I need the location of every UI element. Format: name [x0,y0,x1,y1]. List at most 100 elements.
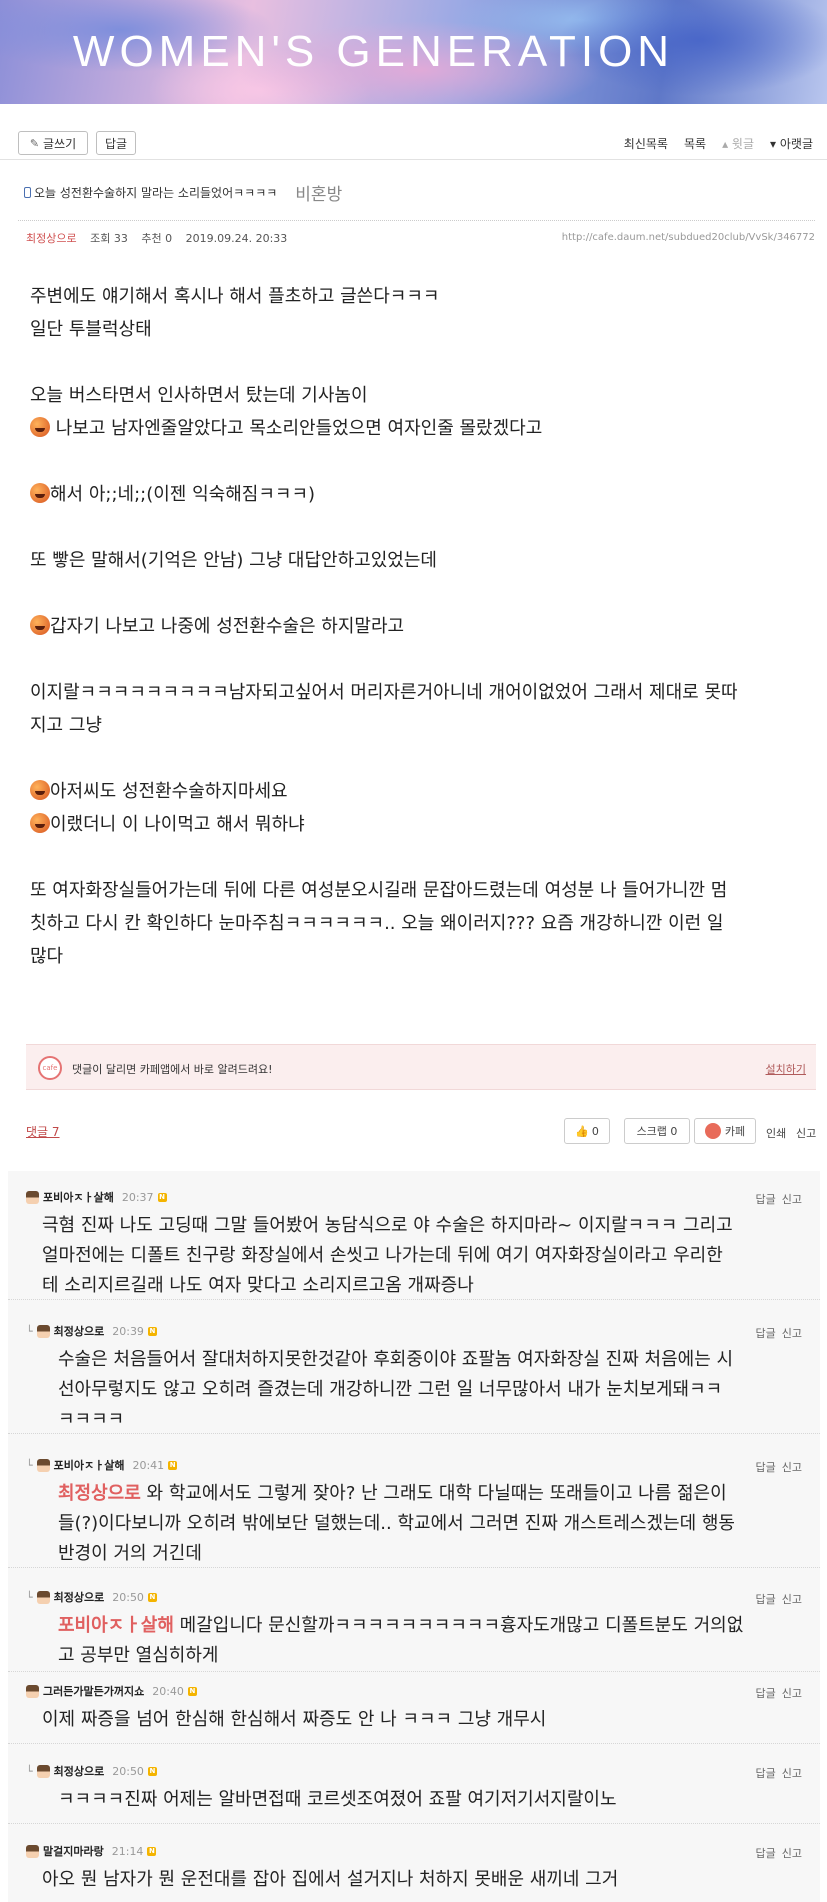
write-button[interactable]: ✎ 글쓰기 [18,131,88,155]
reply-arrow-icon: └ [26,1458,33,1472]
post-nav: 최신목록 목록 ▴ 윗글 ▾ 아랫글 [624,135,813,152]
comment-report-link[interactable]: 신고 [782,1591,802,1607]
comment-author[interactable]: 최정상으로 [54,1589,105,1605]
comment-time: 20:40 [152,1684,184,1698]
list-link[interactable]: 목록 [684,135,706,152]
content-line: 아저씨도 성전환수술하지마세요 [30,775,800,808]
comment-divider [8,1433,820,1434]
angry-face-icon [30,483,50,503]
comment-report-link[interactable]: 신고 [782,1685,802,1701]
comment-time: 20:39 [112,1324,144,1338]
angry-face-icon [30,780,50,800]
new-badge-icon: N [147,1592,157,1602]
post-content: 주변에도 얘기해서 혹시나 해서 플초하고 글쓴다ㅋㅋㅋ 일단 투블럭상태 오늘… [30,280,800,973]
comment-report-link[interactable]: 신고 [782,1765,802,1781]
comment-body: ㅋㅋㅋㅋ진짜 어제는 알바면접때 코르셋조여졌어 죠팔 여기저기서지랄이노 [58,1789,617,1810]
up-arrow-icon: ▴ [722,137,729,151]
like-button[interactable]: 👍 0 [564,1118,610,1144]
content-line: 해서 아;;네;;(이젠 익숙해짐ㅋㅋㅋ) [30,478,800,511]
post-meta: 최정상으로 조회 33 추천 0 2019.09.24. 20:33 http:… [26,230,815,246]
post-title-row: 오늘 성전환수술하지 말라는 소리들었어ㅋㅋㅋㅋ 비혼방 [24,180,342,205]
comment-bar: 댓글 7 👍 0 스크랩 0 카페 인쇄 신고 [0,1115,827,1151]
new-badge-icon: N [147,1766,157,1776]
comment-reply-link[interactable]: 답글 [756,1191,776,1207]
content-line: 나보고 남자엔줄알았다고 목소리안들었으면 여자인줄 몰랐겠다고 [30,412,800,445]
comment-reply-link[interactable]: 답글 [756,1591,776,1607]
content-line: 많다 [30,946,64,967]
comment-reply-link[interactable]: 답글 [756,1685,776,1701]
content-line: 칫하고 다시 칸 확인하다 눈마주침ㅋㅋㅋㅋㅋㅋ.. 오늘 왜이러지??? 요즘… [30,913,724,934]
notice-text: 댓글이 달리면 카페앱에서 바로 알려드려요! [72,1063,273,1076]
share-cafe-button[interactable]: 카페 [694,1118,756,1144]
post-url[interactable]: http://cafe.daum.net/subdued20club/VvSk/… [562,232,815,243]
content-line: 또 여자화장실들어가는데 뒤에 다른 여성분오시길래 문잡아드렸는데 여성분 나… [30,880,728,901]
new-badge-icon: N [157,1192,167,1202]
comment-author[interactable]: 말걸지마라랑 [43,1843,104,1859]
content-line: 오늘 버스타면서 인사하면서 탔는데 기사놈이 [30,385,368,406]
reply-arrow-icon: └ [26,1324,33,1338]
latest-list-link[interactable]: 최신목록 [624,135,668,152]
content-line: 지고 그냥 [30,715,102,736]
comment-body: 포비아ㅈㅏ살해 메갈입니다 문신할까ㅋㅋㅋㅋㅋㅋㅋㅋㅋㅋ흉자도개많고 디폴트분도… [58,1615,744,1666]
install-link[interactable]: 설치하기 [766,1061,806,1077]
comment-body: 수술은 처음들어서 잘대처하지못한것같아 후회중이야 죠팔놈 여자화장실 진짜 … [58,1349,734,1430]
avatar [26,1684,39,1698]
comment-body: 극혐 진짜 나도 고딩때 그말 들어봤어 농담식으로 야 수술은 하지마라~ 이… [42,1215,733,1296]
comment-author[interactable]: 최정상으로 [54,1763,105,1779]
comment-report-link[interactable]: 신고 [782,1845,802,1861]
angry-face-icon [30,615,50,635]
content-line: 주변에도 얘기해서 혹시나 해서 플초하고 글쓴다ㅋㅋㅋ [30,286,440,307]
app-notice-banner: cafe 댓글이 달리면 카페앱에서 바로 알려드려요! 설치하기 [26,1044,816,1090]
new-badge-icon: N [147,1846,157,1856]
avatar [36,1764,50,1778]
comment-time: 21:14 [111,1844,144,1858]
print-link[interactable]: 인쇄 [766,1125,786,1141]
reply-arrow-icon: └ [26,1590,33,1604]
view-count: 조회 33 [90,232,128,245]
content-line: 이랬더니 이 나이먹고 해서 뭐하냐 [30,808,800,841]
comment-report-link[interactable]: 신고 [782,1459,802,1475]
new-badge-icon: N [147,1326,157,1336]
comment-author[interactable]: 최정상으로 [54,1323,105,1339]
new-badge-icon: N [187,1686,197,1696]
comment-time: 20:37 [121,1190,154,1204]
divider [18,220,815,221]
comment-divider [8,1671,820,1672]
comment-reply-link[interactable]: 답글 [756,1765,776,1781]
reply-button[interactable]: 답글 [96,131,136,155]
comment-author[interactable]: 그러든가말든가꺼지쇼 [43,1683,144,1699]
recommend-count: 추천 0 [141,232,173,245]
comment-author[interactable]: 포비아ㅈㅏ살해 [43,1189,114,1205]
next-post-link[interactable]: ▾ 아랫글 [770,135,813,152]
comment-body: 최정상으로 와 학교에서도 그렇게 잦아? 난 그래도 대학 다닐때는 또래들이… [58,1483,735,1564]
comment-body: 아오 뭔 남자가 뭔 운전대를 잡아 집에서 설거지나 처하지 못배운 새끼네 … [42,1869,619,1890]
comment-reply-link[interactable]: 답글 [756,1845,776,1861]
cafe-icon [704,1123,721,1139]
comment-reply-link[interactable]: 답글 [756,1325,776,1341]
comment-reply-link[interactable]: 답글 [756,1459,776,1475]
board-name[interactable]: 비혼방 [295,180,342,205]
comment-time: 20:50 [112,1764,144,1778]
scrap-button[interactable]: 스크랩 0 [624,1118,690,1144]
comment-time: 20:50 [112,1590,144,1604]
write-button-label: 글쓰기 [43,136,77,151]
new-badge-icon: N [168,1460,178,1470]
post-author[interactable]: 최정상으로 [26,232,77,245]
comment-report-link[interactable]: 신고 [782,1325,802,1341]
down-arrow-icon: ▾ [770,137,777,151]
report-link[interactable]: 신고 [796,1125,816,1141]
prev-post-link[interactable]: ▴ 윗글 [722,135,754,152]
comment-report-link[interactable]: 신고 [782,1191,802,1207]
avatar [36,1458,50,1472]
comment-author[interactable]: 포비아ㅈㅏ살해 [54,1457,125,1473]
mention-tag[interactable]: 최정상으로 [58,1483,141,1504]
comment-body: 이제 짜증을 넘어 한심해 한심해서 짜증도 안 나 ㅋㅋㅋ 그냥 개무시 [42,1709,547,1730]
post-toolbar: ✎ 글쓰기 답글 최신목록 목록 ▴ 윗글 ▾ 아랫글 [0,126,827,160]
avatar [26,1190,39,1204]
content-line: 이지랄ㅋㅋㅋㅋㅋㅋㅋㅋㅋ남자되고싶어서 머리자른거아니네 개어이없었어 그래서 … [30,682,738,703]
avatar [26,1844,39,1858]
comment-count-link[interactable]: 댓글 7 [26,1123,60,1140]
post-date: 2019.09.24. 20:33 [185,232,288,245]
mention-tag[interactable]: 포비아ㅈㅏ살해 [58,1615,174,1636]
angry-face-icon [30,813,50,833]
